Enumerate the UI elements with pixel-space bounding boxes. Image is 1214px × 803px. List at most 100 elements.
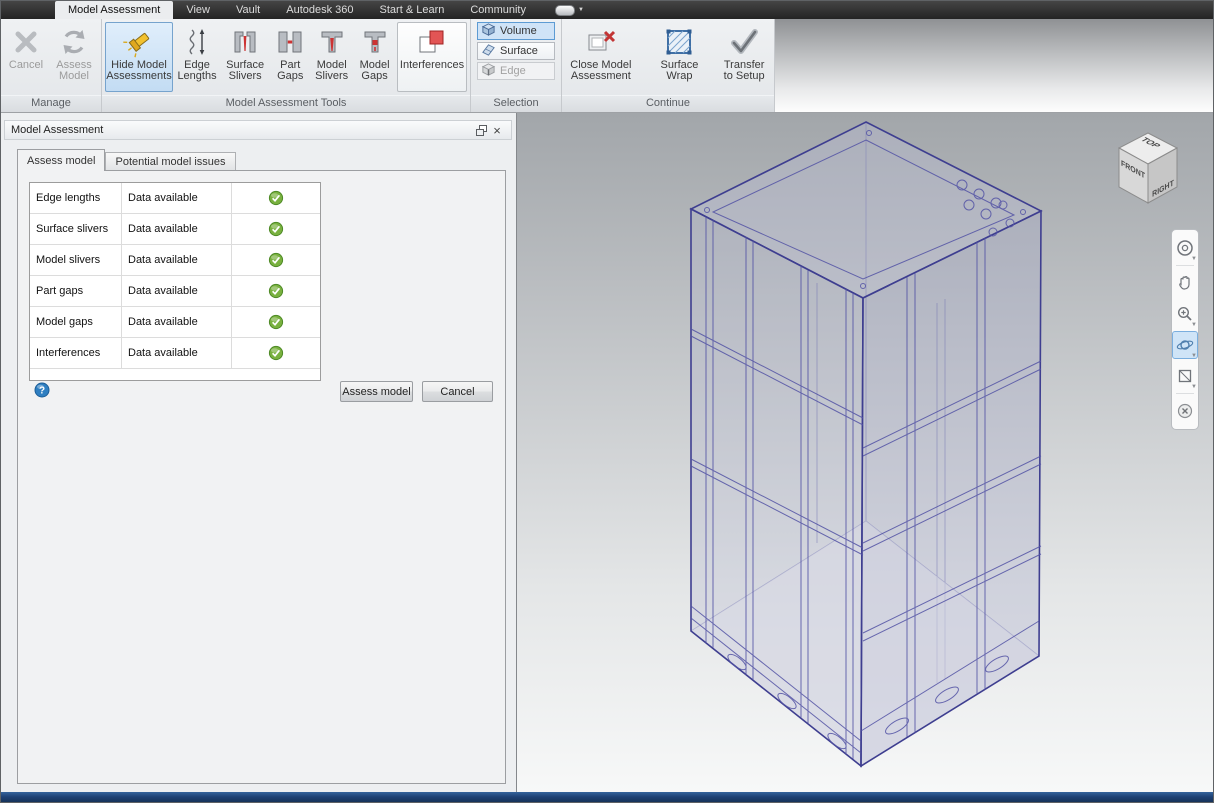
cancel-ribbon-button[interactable]: Cancel	[4, 22, 48, 92]
assess-model-button[interactable]: Assess model	[340, 381, 413, 402]
assessment-status: Data available	[122, 276, 232, 306]
assess-model-label: Assess Model	[56, 59, 92, 82]
menubar-spacer	[1, 1, 55, 19]
hide-model-assessments-label: Hide Model Assessments	[106, 59, 172, 82]
transfer-to-setup-check-icon	[728, 24, 760, 60]
menu-tab-model-assessment[interactable]: Model Assessment	[55, 1, 174, 19]
navbar-separator	[1176, 265, 1194, 266]
zoom-plus-icon	[1177, 306, 1192, 321]
panel-float-button[interactable]	[473, 123, 489, 138]
menu-tab-community[interactable]: Community	[457, 1, 539, 19]
check-passed-icon	[268, 345, 284, 361]
edge-cube-icon	[481, 62, 496, 80]
cancel-button[interactable]: Cancel	[422, 381, 493, 402]
model-slivers-label: Model Slivers	[315, 59, 349, 82]
ribbon-options-icon	[554, 4, 575, 16]
panel-title: Model Assessment	[11, 124, 104, 136]
assessment-status: Data available	[122, 183, 232, 213]
transfer-to-setup-button[interactable]: Transfer to Setup	[717, 22, 771, 92]
model-gaps-icon	[359, 24, 391, 60]
menu-tab-autodesk-360[interactable]: Autodesk 360	[273, 1, 366, 19]
selection-edge-label: Edge	[500, 65, 526, 77]
orbit-button[interactable]: ▼	[1172, 331, 1198, 359]
menu-tab-vault[interactable]: Vault	[223, 1, 273, 19]
surface-slivers-icon	[229, 24, 261, 60]
table-row[interactable]: Part gaps Data available	[30, 276, 320, 307]
tab-assess-model[interactable]: Assess model	[17, 149, 106, 171]
navbar-close-button[interactable]	[1172, 397, 1198, 425]
ribbon-empty-area	[775, 19, 1213, 112]
assessment-result	[232, 183, 320, 213]
close-model-assessment-label: Close Model Assessment	[570, 59, 632, 82]
selection-volume-button[interactable]: Volume	[477, 22, 555, 40]
assess-model-tab-page: Edge lengths Data available Surface sliv…	[17, 170, 506, 784]
assessment-name: Interferences	[30, 338, 122, 368]
status-bar	[1, 792, 1213, 802]
selection-edge-button[interactable]: Edge	[477, 62, 555, 80]
assessment-name: Edge lengths	[30, 183, 122, 213]
menu-tab-view[interactable]: View	[173, 1, 223, 19]
interferences-label: Interferences	[399, 59, 465, 71]
help-icon: ?	[34, 382, 50, 398]
check-passed-icon	[268, 283, 284, 299]
selection-surface-label: Surface	[500, 45, 538, 57]
check-passed-icon	[268, 314, 284, 330]
group-label-manage: Manage	[1, 95, 101, 112]
volume-cube-icon	[481, 22, 496, 40]
zoom-button[interactable]: ▼	[1172, 300, 1198, 328]
surface-wrap-button[interactable]: Surface Wrap	[644, 22, 716, 92]
model-gaps-label: Model Gaps	[359, 59, 390, 82]
part-gaps-button[interactable]: Part Gaps	[271, 22, 309, 92]
viewcube[interactable]: TOP FRONT RIGHT	[1105, 127, 1191, 217]
group-label-continue: Continue	[562, 95, 774, 112]
pan-hand-icon	[1179, 276, 1190, 290]
surface-sheet-icon	[481, 42, 496, 60]
assessment-status: Data available	[122, 338, 232, 368]
hide-model-assessments-button[interactable]: Hide Model Assessments	[105, 22, 173, 92]
assessment-status: Data available	[122, 214, 232, 244]
table-row[interactable]: Model gaps Data available	[30, 307, 320, 338]
panel-close-button[interactable]: ×	[489, 123, 505, 138]
assessment-status: Data available	[122, 307, 232, 337]
check-passed-icon	[268, 252, 284, 268]
edge-lengths-icon	[181, 24, 213, 60]
model-assessment-panel: Model Assessment × Assess model Potentia…	[1, 113, 517, 792]
model-slivers-button[interactable]: Model Slivers	[311, 22, 352, 92]
viewport-3d[interactable]: TOP FRONT RIGHT ▼ ▼ ▼ ▼	[517, 113, 1213, 792]
navigation-wheel-button[interactable]: ▼	[1172, 234, 1198, 262]
assess-model-ribbon-button[interactable]: Assess Model	[50, 22, 98, 92]
pan-button[interactable]	[1172, 269, 1198, 297]
cancel-label: Cancel	[8, 59, 44, 71]
flashlight-icon	[123, 24, 155, 60]
interferences-button[interactable]: Interferences	[397, 22, 468, 92]
table-row[interactable]: Surface slivers Data available	[30, 214, 320, 245]
look-at-button[interactable]: ▼	[1172, 362, 1198, 390]
ribbon-display-options-button[interactable]: ▼	[549, 1, 590, 19]
interferences-icon	[416, 24, 448, 60]
chevron-down-icon: ▼	[577, 7, 584, 13]
assessment-result	[232, 276, 320, 306]
surface-slivers-button[interactable]: Surface Slivers	[221, 22, 269, 92]
help-button[interactable]: ?	[34, 382, 50, 398]
table-row[interactable]: Interferences Data available	[30, 338, 320, 369]
close-model-assessment-button[interactable]: Close Model Assessment	[565, 22, 637, 92]
table-row[interactable]: Model slivers Data available	[30, 245, 320, 276]
orbit-icon	[1176, 340, 1194, 350]
close-model-assessment-icon	[585, 24, 617, 60]
assessment-table: Edge lengths Data available Surface sliv…	[29, 182, 321, 381]
menu-tab-start-learn[interactable]: Start & Learn	[367, 1, 458, 19]
panel-tabs: Assess model Potential model issues	[17, 149, 236, 171]
assessment-status: Data available	[122, 245, 232, 275]
group-label-model-assessment-tools: Model Assessment Tools	[102, 95, 470, 112]
tab-potential-model-issues[interactable]: Potential model issues	[105, 152, 236, 171]
edge-lengths-button[interactable]: Edge Lengths	[175, 22, 219, 92]
selection-surface-button[interactable]: Surface	[477, 42, 555, 60]
model-gaps-button[interactable]: Model Gaps	[354, 22, 395, 92]
close-icon: ×	[493, 122, 501, 138]
part-gaps-label: Part Gaps	[277, 59, 304, 82]
chevron-down-icon: ▼	[1191, 384, 1197, 390]
assess-model-refresh-icon	[59, 24, 89, 60]
table-row[interactable]: Edge lengths Data available	[30, 183, 320, 214]
assessment-name: Part gaps	[30, 276, 122, 306]
chevron-down-icon: ▼	[1191, 322, 1197, 328]
